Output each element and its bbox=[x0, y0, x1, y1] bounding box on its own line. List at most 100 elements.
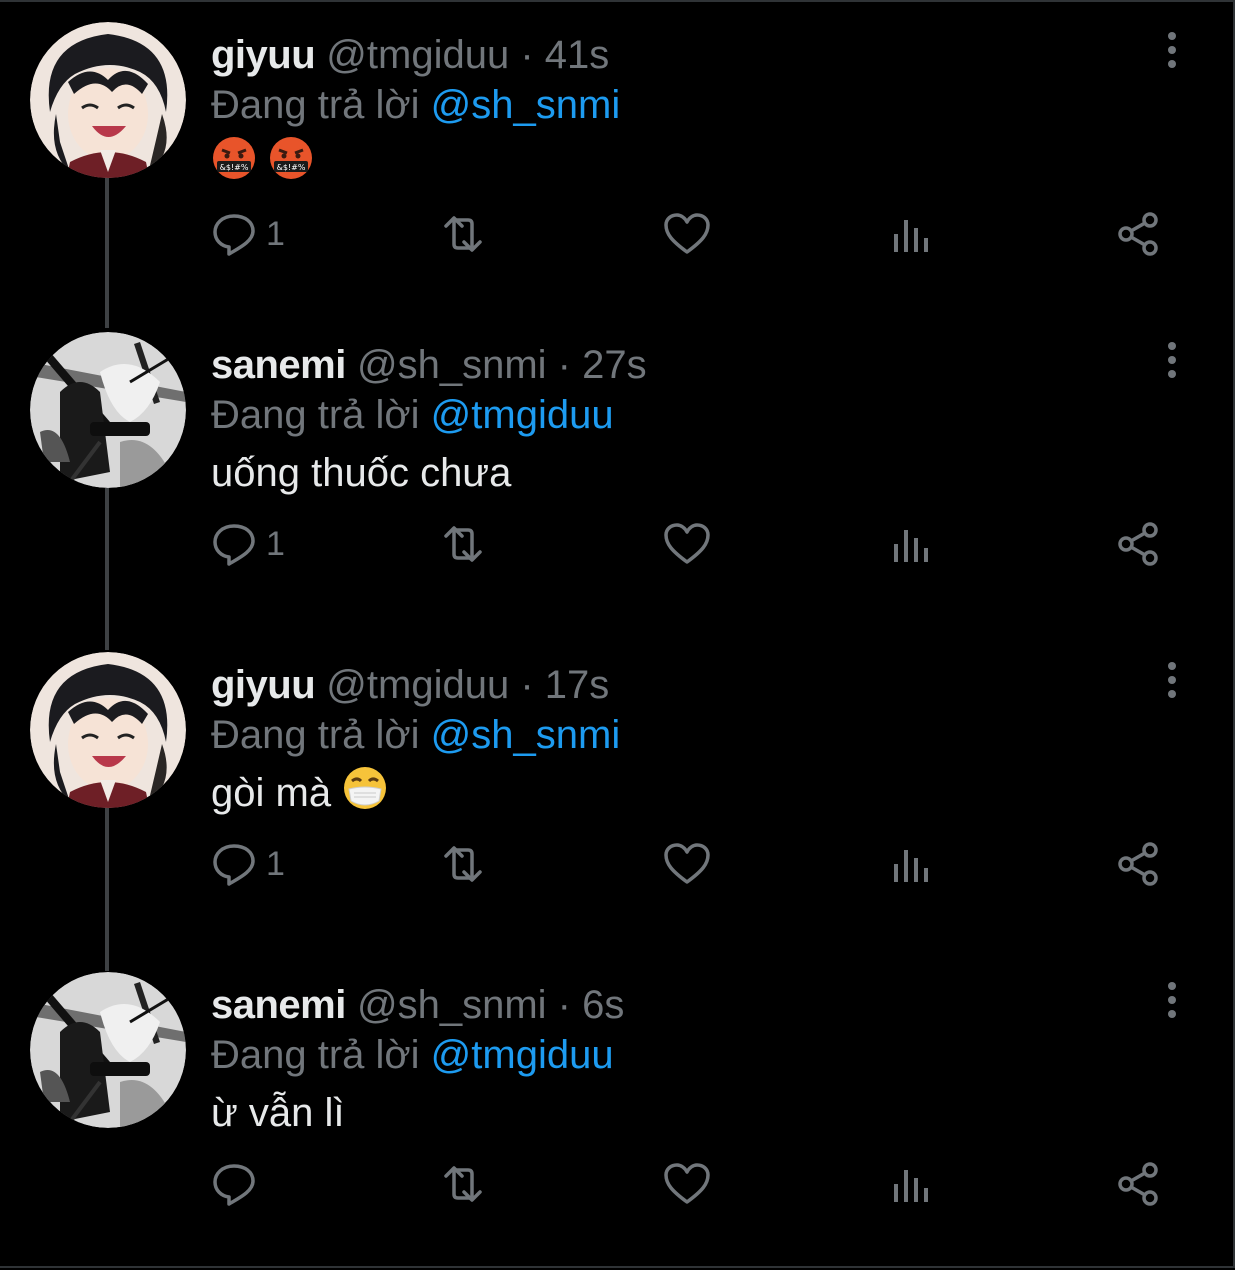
face-with-symbols-on-mouth-icon: &$!#% bbox=[211, 135, 257, 196]
heart-icon bbox=[664, 1163, 710, 1204]
tweet-header: giyuu @tmgiduu · 41s bbox=[211, 30, 609, 80]
retweet-button[interactable] bbox=[436, 838, 490, 890]
share-button[interactable] bbox=[1114, 518, 1162, 570]
tweet[interactable]: giyuu @tmgiduu · 41s Đang trả lời @sh_sn… bbox=[0, 0, 1235, 320]
timestamp[interactable]: 6s bbox=[582, 983, 624, 1027]
share-button[interactable] bbox=[1114, 1158, 1162, 1210]
tweet-actions: 1 bbox=[210, 838, 1190, 898]
timestamp[interactable]: 27s bbox=[582, 343, 647, 387]
views-button[interactable] bbox=[890, 208, 934, 260]
timestamp[interactable]: 41s bbox=[545, 33, 610, 77]
replying-to-label: Đang trả lời bbox=[211, 1033, 420, 1077]
retweet-button[interactable] bbox=[436, 518, 490, 570]
face-with-symbols-on-mouth-icon: &$!#% bbox=[268, 135, 314, 196]
more-vertical-icon[interactable] bbox=[1155, 978, 1189, 1028]
views-icon bbox=[894, 850, 928, 882]
more-vertical-icon[interactable] bbox=[1155, 28, 1189, 78]
tweet[interactable]: sanemi @sh_snmi · 6s Đang trả lời @tmgid… bbox=[0, 950, 1235, 1270]
reply-count: 1 bbox=[266, 215, 285, 253]
share-button[interactable] bbox=[1114, 838, 1162, 890]
mention-link[interactable]: @sh_snmi bbox=[431, 83, 621, 127]
replying-to: Đang trả lời @sh_snmi bbox=[211, 80, 620, 130]
reply-icon bbox=[213, 524, 255, 566]
like-button[interactable] bbox=[662, 838, 712, 890]
user-handle[interactable]: @sh_snmi bbox=[357, 983, 547, 1027]
timestamp[interactable]: 17s bbox=[545, 663, 610, 707]
replying-to: Đang trả lời @sh_snmi bbox=[211, 710, 620, 760]
like-button[interactable] bbox=[662, 1158, 712, 1210]
tweet-header: giyuu @tmgiduu · 17s bbox=[211, 660, 609, 710]
display-name[interactable]: sanemi bbox=[211, 983, 346, 1027]
like-button[interactable] bbox=[662, 208, 712, 260]
user-handle[interactable]: @tmgiduu bbox=[326, 33, 509, 77]
share-icon bbox=[1118, 212, 1158, 256]
svg-text:&$!#%: &$!#% bbox=[220, 163, 249, 172]
replying-to-label: Đang trả lời bbox=[211, 713, 420, 757]
share-icon bbox=[1118, 842, 1158, 886]
avatar[interactable] bbox=[30, 972, 186, 1128]
user-handle[interactable]: @sh_snmi bbox=[357, 343, 547, 387]
face-with-medical-mask-icon bbox=[342, 765, 388, 826]
separator-dot: · bbox=[520, 663, 534, 707]
tweet-header: sanemi @sh_snmi · 27s bbox=[211, 340, 647, 390]
retweet-icon bbox=[444, 846, 482, 882]
tweet-text: uống thuốc chưa bbox=[211, 445, 511, 501]
tweet-actions: 1 bbox=[210, 518, 1190, 578]
views-button[interactable] bbox=[890, 518, 934, 570]
separator-dot: · bbox=[557, 343, 571, 387]
avatar[interactable] bbox=[30, 332, 186, 488]
avatar[interactable] bbox=[30, 22, 186, 178]
share-button[interactable] bbox=[1114, 208, 1162, 260]
tweet[interactable]: sanemi @sh_snmi · 27s Đang trả lời @tmgi… bbox=[0, 310, 1235, 630]
tweet-text-body: uống thuốc chưa bbox=[211, 451, 512, 495]
tweet-text-body: gòi mà bbox=[211, 771, 332, 816]
replying-to-label: Đang trả lời bbox=[211, 393, 420, 437]
reply-icon bbox=[213, 1164, 255, 1206]
views-button[interactable] bbox=[890, 1158, 934, 1210]
retweet-button[interactable] bbox=[436, 208, 490, 260]
reply-count: 1 bbox=[266, 525, 285, 563]
tweet-text: gòi mà bbox=[211, 765, 388, 826]
views-icon bbox=[894, 530, 928, 562]
display-name[interactable]: giyuu bbox=[211, 663, 316, 707]
heart-icon bbox=[664, 843, 710, 884]
tweet-text-body: ừ vẫn lì bbox=[211, 1091, 345, 1135]
svg-text:&$!#%: &$!#% bbox=[277, 163, 306, 172]
separator-dot: · bbox=[557, 983, 571, 1027]
mention-link[interactable]: @tmgiduu bbox=[431, 1033, 614, 1077]
reply-button[interactable]: 1 bbox=[210, 208, 285, 260]
tweet-actions: 1 bbox=[210, 208, 1190, 268]
retweet-button[interactable] bbox=[436, 1158, 490, 1210]
display-name[interactable]: sanemi bbox=[211, 343, 346, 387]
heart-icon bbox=[664, 523, 710, 564]
heart-icon bbox=[664, 213, 710, 254]
tweet[interactable]: giyuu @tmgiduu · 17s Đang trả lời @sh_sn… bbox=[0, 630, 1235, 950]
views-button[interactable] bbox=[890, 838, 934, 890]
display-name[interactable]: giyuu bbox=[211, 33, 316, 77]
avatar[interactable] bbox=[30, 652, 186, 808]
replying-to-label: Đang trả lời bbox=[211, 83, 420, 127]
mention-link[interactable]: @sh_snmi bbox=[431, 713, 621, 757]
replying-to: Đang trả lời @tmgiduu bbox=[211, 390, 614, 440]
retweet-icon bbox=[444, 216, 482, 252]
tweet-actions bbox=[210, 1158, 1190, 1218]
retweet-icon bbox=[444, 526, 482, 562]
user-handle[interactable]: @tmgiduu bbox=[326, 663, 509, 707]
share-icon bbox=[1118, 522, 1158, 566]
tweet-text: &$!#% &$!#% bbox=[211, 135, 314, 196]
views-icon bbox=[894, 220, 928, 252]
mention-link[interactable]: @tmgiduu bbox=[431, 393, 614, 437]
reply-icon bbox=[213, 214, 255, 256]
reply-button[interactable]: 1 bbox=[210, 518, 285, 570]
share-icon bbox=[1118, 1162, 1158, 1206]
reply-button[interactable]: 1 bbox=[210, 838, 285, 890]
separator-dot: · bbox=[520, 33, 534, 77]
retweet-icon bbox=[444, 1166, 482, 1202]
more-vertical-icon[interactable] bbox=[1155, 658, 1189, 708]
reply-button[interactable] bbox=[210, 1158, 266, 1210]
reply-count: 1 bbox=[266, 845, 285, 883]
more-vertical-icon[interactable] bbox=[1155, 338, 1189, 388]
like-button[interactable] bbox=[662, 518, 712, 570]
tweet-text: ừ vẫn lì bbox=[211, 1085, 345, 1141]
reply-icon bbox=[213, 844, 255, 886]
